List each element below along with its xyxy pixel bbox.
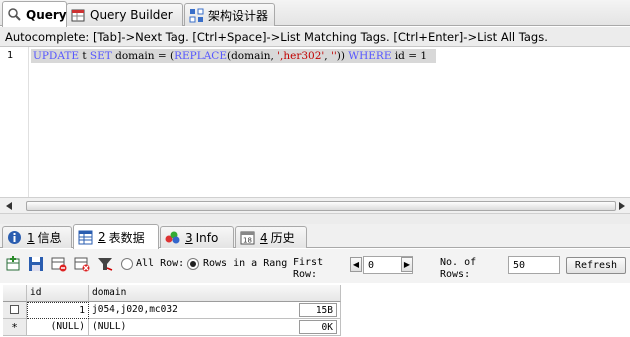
sql-token: t — [79, 50, 90, 62]
cell-size-badge[interactable]: 15B — [299, 303, 337, 317]
all-rows-label: All Row: — [136, 258, 185, 269]
grid-header-row: id domain — [3, 285, 341, 302]
cell-id[interactable]: 1 — [27, 302, 89, 319]
tab-query-builder[interactable]: Query Builder — [66, 3, 183, 26]
cell-id[interactable]: (NULL) — [27, 319, 89, 336]
rows-in-range-radio[interactable] — [187, 258, 199, 270]
tab-label: 架构设计器 — [208, 8, 269, 23]
tab-tags-info[interactable]: 3 Info — [160, 226, 234, 248]
first-row-label: First Row: — [293, 257, 323, 281]
delete-row-icon[interactable] — [51, 256, 67, 272]
sql-code-line[interactable]: UPDATE t SET domain = (REPLACE(domain, '… — [31, 49, 436, 63]
cell-domain-value: (NULL) — [92, 321, 127, 332]
line-number-gutter: 1 — [0, 47, 29, 197]
sql-token: REPLACE — [174, 50, 227, 62]
save-icon[interactable] — [28, 256, 44, 272]
query-builder-icon — [71, 8, 86, 23]
filter-icon[interactable] — [97, 256, 113, 272]
sql-token: domain = ( — [111, 50, 175, 62]
no-of-rows-label: No. of Rows: — [440, 257, 476, 281]
tab-number: 1 — [27, 230, 35, 245]
no-of-rows-label-line1: No. of — [440, 257, 477, 268]
cancel-changes-icon[interactable] — [74, 256, 90, 272]
tab-label: Query Builder — [90, 8, 173, 22]
history-icon: 18 — [240, 230, 255, 245]
first-row-label-line2: Row: — [293, 269, 318, 280]
sql-token: SET — [89, 50, 112, 62]
svg-text:18: 18 — [243, 237, 252, 245]
result-grid: id domain 1 j054,j020,mc032 15B * (NULL)… — [3, 285, 341, 337]
tab-label: 信息 — [37, 231, 62, 245]
sql-token: , — [324, 50, 331, 62]
tab-table-data[interactable]: 2 表数据 — [73, 224, 159, 249]
result-toolbar: All Row: Rows in a Rang First Row: ◀ 0 ▶… — [0, 249, 630, 283]
horizontal-scrollbar[interactable] — [0, 197, 630, 214]
sql-token: (domain, — [226, 50, 278, 62]
first-row-label-line1: First — [293, 257, 324, 268]
tab-messages[interactable]: 1 信息 — [2, 226, 72, 248]
sql-token: WHERE — [348, 50, 392, 62]
insert-row-icon[interactable] — [5, 256, 21, 272]
tab-schema-designer[interactable]: 架构设计器 — [184, 3, 275, 26]
all-rows-radio[interactable] — [121, 258, 133, 270]
scrollbar-thumb[interactable] — [26, 201, 616, 211]
new-row-marker[interactable]: * — [3, 319, 27, 336]
pane-splitter[interactable] — [0, 214, 630, 224]
line-number: 1 — [7, 50, 14, 61]
query-icon — [7, 7, 22, 22]
tab-label: Query — [26, 7, 67, 22]
row-checkbox[interactable] — [10, 305, 19, 314]
tab-label: 历史 — [270, 231, 295, 245]
refresh-button[interactable]: Refresh — [566, 257, 626, 274]
result-tab-strip: 1 信息 2 表数据 3 Info 18 4 历史 — [0, 224, 630, 249]
scroll-right-arrow-icon[interactable] — [615, 200, 628, 212]
schema-designer-icon — [189, 8, 204, 23]
sql-editor[interactable]: 1 UPDATE t SET domain = (REPLACE(domain,… — [0, 47, 630, 197]
query-tab-strip: Query Query Builder 架构设计器 — [0, 0, 630, 27]
rows-in-range-label: Rows in a Rang — [203, 258, 288, 269]
column-header-domain[interactable]: domain — [89, 285, 341, 302]
next-page-button[interactable]: ▶ — [401, 257, 413, 272]
no-of-rows-label-line2: Rows: — [440, 269, 471, 280]
table-data-icon — [78, 230, 93, 245]
autocomplete-hint: Autocomplete: [Tab]->Next Tag. [Ctrl+Spa… — [0, 27, 630, 47]
cell-domain[interactable]: j054,j020,mc032 15B — [89, 302, 341, 319]
tab-label: 表数据 — [108, 230, 145, 245]
sql-token: )) — [336, 50, 349, 62]
cell-domain[interactable]: (NULL) 0K — [89, 319, 341, 336]
tab-number: 2 — [98, 230, 106, 244]
tags-info-icon — [165, 230, 180, 245]
tab-number: 3 — [185, 230, 193, 245]
tab-number: 4 — [260, 230, 268, 245]
tab-label: Info — [195, 230, 219, 245]
cell-domain-value: j054,j020,mc032 — [92, 304, 178, 315]
sql-token: ',her302' — [277, 50, 325, 62]
table-row[interactable]: 1 j054,j020,mc032 15B — [3, 302, 341, 319]
scroll-left-arrow-icon[interactable] — [3, 200, 16, 212]
info-icon — [7, 230, 22, 245]
tab-history[interactable]: 18 4 历史 — [235, 226, 307, 248]
row-selector-header[interactable] — [3, 285, 27, 302]
table-row[interactable]: * (NULL) (NULL) 0K — [3, 319, 341, 336]
sql-token: UPDATE — [33, 50, 80, 62]
sql-token: id = 1 — [391, 50, 428, 62]
cell-size-badge[interactable]: 0K — [299, 320, 337, 334]
column-header-id[interactable]: id — [27, 285, 89, 302]
row-selector[interactable] — [3, 302, 27, 319]
tab-query[interactable]: Query — [2, 1, 67, 27]
previous-page-button[interactable]: ◀ — [350, 257, 362, 272]
no-of-rows-input[interactable]: 50 — [508, 256, 560, 274]
